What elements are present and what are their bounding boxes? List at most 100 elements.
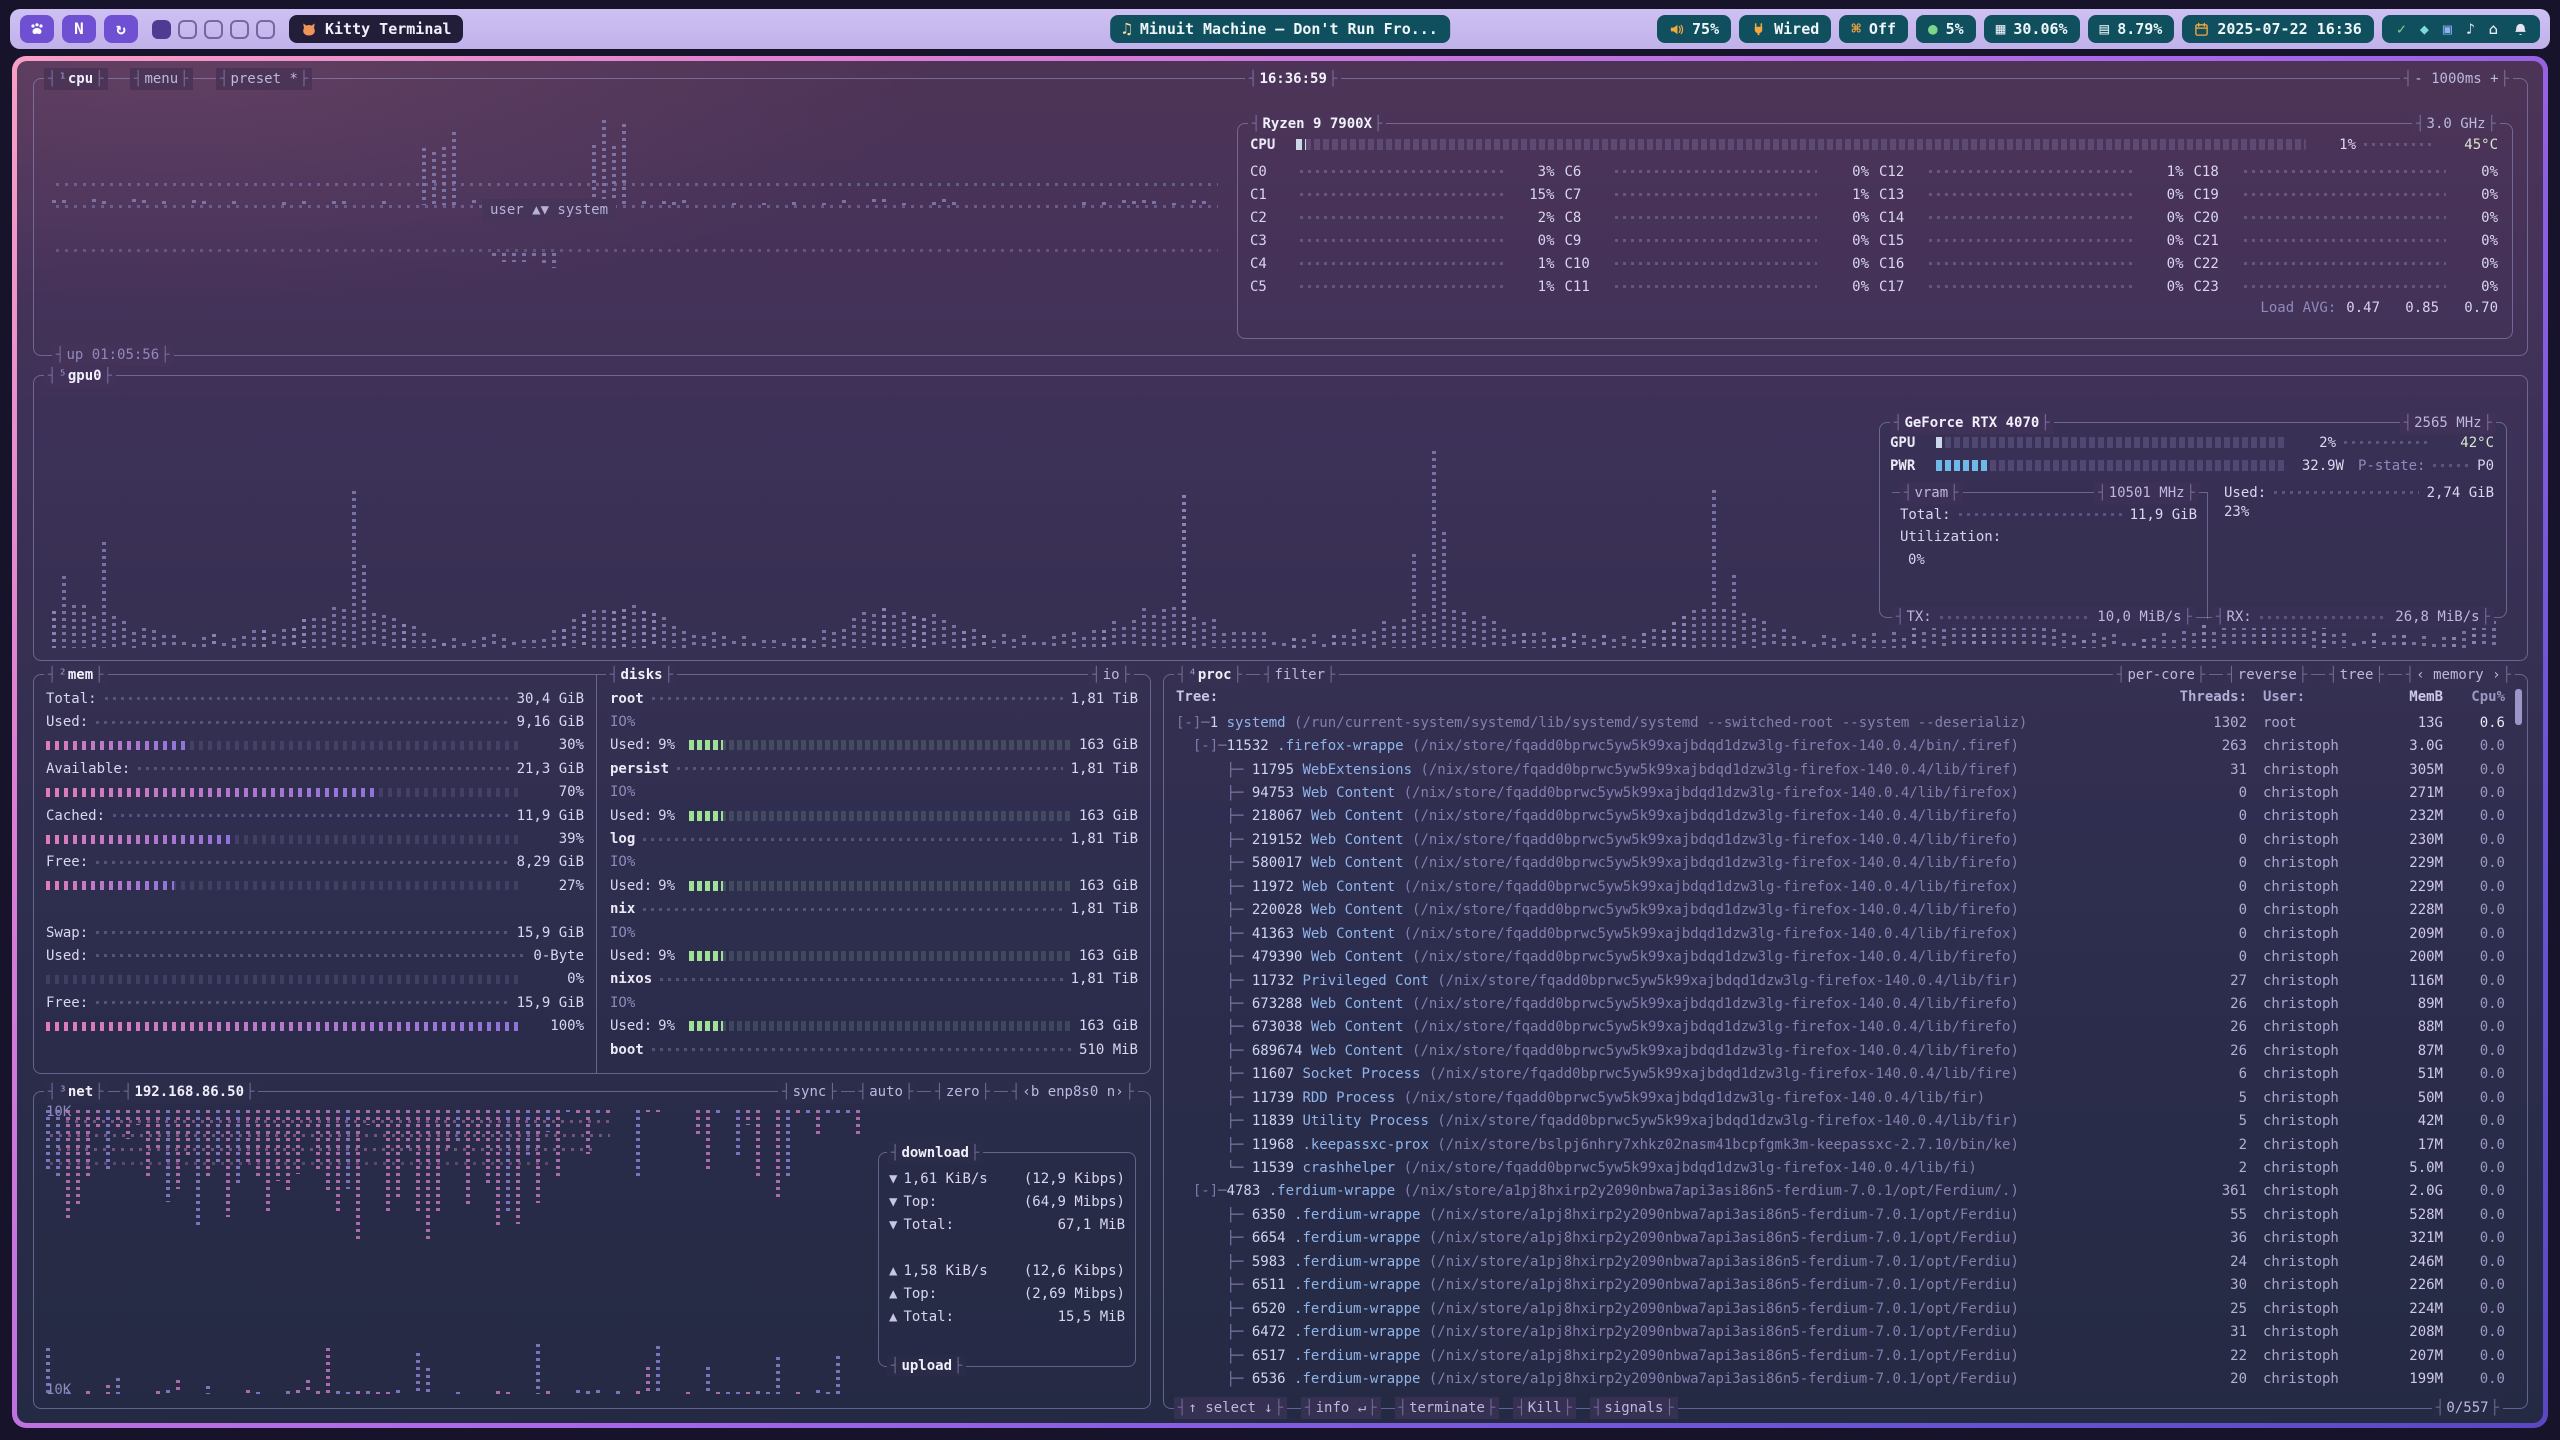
net-graph [46,1106,872,1398]
process-row[interactable]: └─ 11539 crashhelper (/nix/store/fqadd0b… [1176,1156,2505,1179]
process-threads: 0 [2161,879,2247,895]
process-memory: 209M [2363,926,2443,942]
process-user: christoph [2247,762,2363,778]
process-cpu: 0.6 [2443,715,2505,731]
bell-icon[interactable] [2513,22,2528,37]
disk-used-bar [689,951,1071,961]
nix-button[interactable]: N [62,15,96,43]
proc-footer-item-1[interactable]: info ↵ [1301,1397,1380,1419]
memory-module[interactable]: ▦30.06% [1984,15,2080,43]
process-row[interactable]: ├─ 218067 Web Content (/nix/store/fqadd0… [1176,805,2505,828]
process-row[interactable]: ├─ 11732 Privileged Cont (/nix/store/fqa… [1176,969,2505,992]
net-options-item-1[interactable]: auto [855,1081,918,1103]
process-row[interactable]: ├─ 689674 Web Content (/nix/store/fqadd0… [1176,1039,2505,1062]
process-row[interactable]: ├─ 94753 Web Content (/nix/store/fqadd0b… [1176,781,2505,804]
net-options-item-3[interactable]: ‹b enp8s0 n› [1008,1081,1138,1103]
proc-options-item-3[interactable]: ‹ memory › [2402,664,2515,686]
process-row[interactable]: ├─ 6511 .ferdium-wrappe (/nix/store/a1pj… [1176,1274,2505,1297]
disk-used-percent: 9% [658,1018,675,1034]
network-module[interactable]: Wired [1739,15,1831,43]
proc-footer-item-2[interactable]: terminate [1395,1397,1500,1419]
process-row[interactable]: ├─ 11739 RDD Process (/nix/store/fqadd0b… [1176,1086,2505,1109]
proc-scrollbar-thumb[interactable] [2515,689,2522,725]
proc-options-item-2[interactable]: tree [2325,664,2388,686]
upload-label: upload [887,1355,966,1377]
process-row[interactable]: [-]─4783 .ferdium-wrappe (/nix/store/a1p… [1176,1180,2505,1203]
mem-box: ²mem disks io Total:30,4 GiBUsed:9,16 Gi… [33,674,1151,1074]
launcher-button[interactable] [20,15,54,43]
disk-io-row: IO% [610,710,1138,733]
cpu-core: C220% [2194,252,2499,275]
proc-options-item-0[interactable]: per-core [2113,664,2209,686]
process-command: ├─ 94753 Web Content (/nix/store/fqadd0b… [1176,785,2161,801]
clock-module[interactable]: 2025-07-22 16:36 [2182,15,2374,43]
workspace-button[interactable] [178,20,197,39]
process-threads: 26 [2161,996,2247,1012]
tray-icon-1[interactable]: ◆ [2420,22,2429,37]
process-row[interactable]: ├─ 6517 .ferdium-wrappe (/nix/store/a1pj… [1176,1344,2505,1367]
tray-icon-0[interactable]: ✓ [2397,22,2406,37]
net-options-item-2[interactable]: zero [931,1081,994,1103]
tray-icon-2[interactable]: ▣ [2443,22,2452,37]
net-options-item-0[interactable]: sync [778,1081,841,1103]
process-row[interactable]: ├─ 220028 Web Content (/nix/store/fqadd0… [1176,899,2505,922]
tray-icon-3[interactable]: ♪ [2466,22,2475,37]
process-memory: 87M [2363,1043,2443,1059]
proc-footer-item-0[interactable]: ↑ select ↓ [1174,1397,1287,1419]
preset-button[interactable]: preset * [216,68,312,90]
process-cmdline: (/nix/store/a1pj8hxirp2y2090nbwa7api3asi… [1429,1207,2019,1223]
cpu-module[interactable]: ●5% [1916,15,1976,43]
process-row[interactable]: ├─ 11972 Web Content (/nix/store/fqadd0b… [1176,875,2505,898]
process-row[interactable]: ├─ 6536 .ferdium-wrappe (/nix/store/a1pj… [1176,1367,2505,1390]
workspace-button[interactable] [256,20,275,39]
process-cpu: 0.0 [2443,973,2505,989]
process-row[interactable]: ├─ 11607 Socket Process (/nix/store/fqad… [1176,1063,2505,1086]
volume-module[interactable]: 75% [1657,15,1731,43]
process-user: christoph [2247,949,2363,965]
process-cmdline: (/nix/store/fqadd0bprwc5yw5k99xajbdqd1dz… [1412,949,2019,965]
process-row[interactable]: ├─ 219152 Web Content (/nix/store/fqadd0… [1176,828,2505,851]
proc-header-mem[interactable]: MemB [2363,689,2443,705]
proc-header-user[interactable]: User: [2247,689,2363,705]
process-row[interactable]: ├─ 6350 .ferdium-wrappe (/nix/store/a1pj… [1176,1203,2505,1226]
workspace-button[interactable] [230,20,249,39]
uptime-label: up 01:05:56 [52,344,174,366]
tray-icon-4[interactable]: ⌂ [2489,22,2498,37]
disk-module[interactable]: ▤8.79% [2088,15,2175,43]
process-row[interactable]: ├─ 5983 .ferdium-wrappe (/nix/store/a1pj… [1176,1250,2505,1273]
process-row[interactable]: [-]─11532 .firefox-wrappe (/nix/store/fq… [1176,734,2505,757]
proc-header-cpu[interactable]: Cpu% [2443,689,2505,705]
proc-footer-item-4[interactable]: signals [1590,1397,1678,1419]
filter-button[interactable]: filter [1260,664,1339,686]
cpu-core: C170% [1879,275,2184,298]
process-row[interactable]: [-]─1 systemd (/run/current-system/syste… [1176,711,2505,734]
bluetooth-module[interactable]: ⌘Off [1839,15,1908,43]
process-row[interactable]: ├─ 6520 .ferdium-wrappe (/nix/store/a1pj… [1176,1297,2505,1320]
proc-header-tree[interactable]: Tree: [1176,689,2161,705]
menu-button[interactable]: menu [130,68,193,90]
process-row[interactable]: ├─ 673038 Web Content (/nix/store/fqadd0… [1176,1016,2505,1039]
proc-footer-item-3[interactable]: Kill [1513,1397,1576,1419]
process-row[interactable]: ├─ 6472 .ferdium-wrappe (/nix/store/a1pj… [1176,1320,2505,1343]
window-title-pill[interactable]: Kitty Terminal [289,15,463,43]
process-row[interactable]: ├─ 673288 Web Content (/nix/store/fqadd0… [1176,992,2505,1015]
proc-options-item-1[interactable]: reverse [2223,664,2311,686]
process-row[interactable]: ├─ 11968 .keepassxc-prox (/nix/store/bsl… [1176,1133,2505,1156]
music-pill[interactable]: ♫ Minuit Machine – Don't Run Fro... [1110,15,1450,43]
proc-header-threads[interactable]: Threads: [2161,689,2247,705]
process-row[interactable]: ├─ 41363 Web Content (/nix/store/fqadd0b… [1176,922,2505,945]
process-cpu: 0.0 [2443,1066,2505,1082]
interval-control[interactable]: - 1000ms + [2400,68,2513,90]
workspace-button[interactable] [204,20,223,39]
process-row[interactable]: ├─ 11839 Utility Process (/nix/store/fqa… [1176,1109,2505,1132]
kitty-icon [301,21,317,37]
mem-stat-row: Used:9,16 GiB [46,710,584,733]
process-row[interactable]: ├─ 580017 Web Content (/nix/store/fqadd0… [1176,852,2505,875]
process-row[interactable]: ├─ 11795 WebExtensions (/nix/store/fqadd… [1176,758,2505,781]
reload-button[interactable]: ↻ [104,15,138,43]
process-row[interactable]: ├─ 479390 Web Content (/nix/store/fqadd0… [1176,945,2505,968]
disks-io-toggle[interactable]: io [1088,664,1134,686]
workspace-button[interactable] [152,20,171,39]
process-cmdline: (/nix/store/fqadd0bprwc5yw5k99xajbdqd1dz… [1404,1160,1977,1176]
process-row[interactable]: ├─ 6654 .ferdium-wrappe (/nix/store/a1pj… [1176,1227,2505,1250]
